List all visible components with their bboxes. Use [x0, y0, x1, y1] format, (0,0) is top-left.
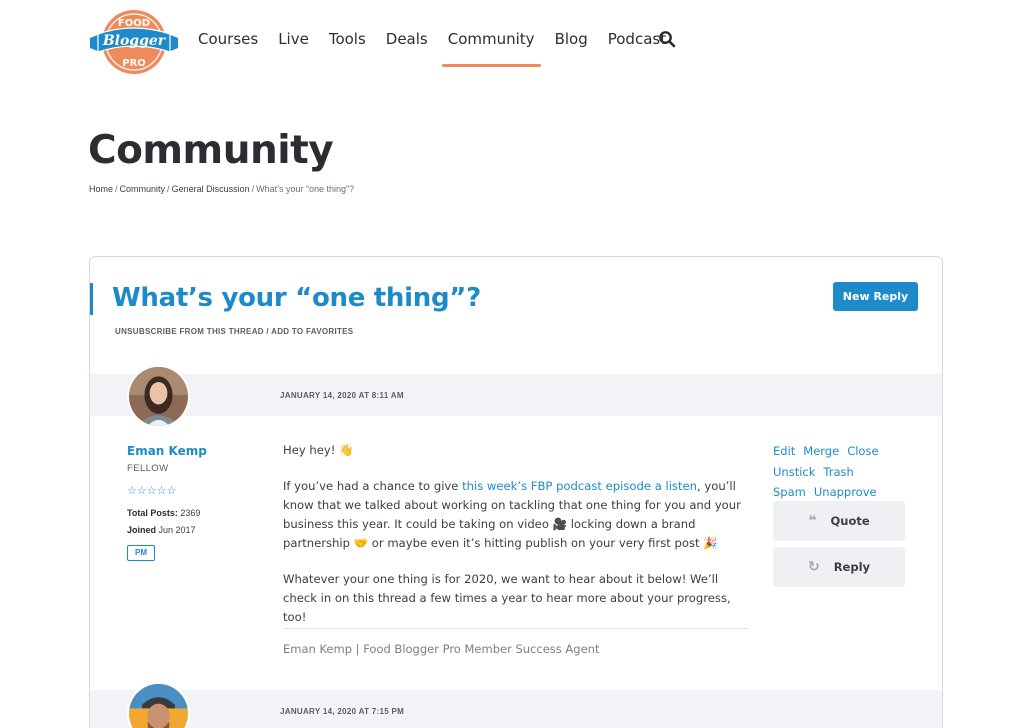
podcast-episode-link[interactable]: this week’s FBP podcast episode a listen	[462, 479, 697, 493]
author-avatar[interactable]	[127, 365, 190, 428]
quote-button[interactable]: ❝ Quote	[773, 501, 905, 541]
breadcrumb-community[interactable]: Community	[120, 184, 166, 194]
joined-date: Joined Jun 2017	[127, 525, 196, 535]
breadcrumb-current: What’s your “one thing”?	[256, 184, 355, 194]
page-title: Community	[88, 128, 334, 173]
breadcrumb-home[interactable]: Home	[89, 184, 113, 194]
new-reply-button[interactable]: New Reply	[833, 282, 918, 311]
author-name[interactable]: Eman Kemp	[127, 444, 207, 458]
close-link[interactable]: Close	[847, 444, 878, 458]
breadcrumb-general-discussion[interactable]: General Discussion	[172, 184, 250, 194]
post-paragraph: If you’ve had a chance to give this week…	[283, 477, 751, 553]
reply-icon: ↻	[807, 559, 820, 575]
nav-blog[interactable]: Blog	[555, 30, 588, 48]
breadcrumb-separator: /	[251, 184, 255, 194]
unstick-link[interactable]: Unstick	[773, 465, 815, 479]
food-blogger-pro-logo[interactable]: FOOD Blogger PRO	[88, 8, 180, 76]
author-role: FELLOW	[127, 463, 169, 474]
breadcrumb-separator: /	[115, 184, 118, 194]
post-signature: Eman Kemp | Food Blogger Pro Member Succ…	[283, 642, 600, 656]
logo-text-food: FOOD	[118, 18, 150, 29]
unapprove-link[interactable]: Unapprove	[814, 485, 877, 499]
thread-links: UNSUBSCRIBE FROM THIS THREAD / ADD TO FA…	[115, 327, 353, 336]
nav-live[interactable]: Live	[278, 30, 309, 48]
trash-link[interactable]: Trash	[823, 465, 853, 479]
pm-button[interactable]: PM	[127, 545, 155, 561]
post-date: JANUARY 14, 2020 AT 8:11 AM	[280, 391, 404, 400]
joined-label: Joined	[127, 525, 157, 535]
add-to-favorites-link[interactable]: ADD TO FAVORITES	[271, 327, 353, 336]
admin-links: Edit Merge Close Unstick Trash Spam Unapprov…	[773, 441, 913, 503]
rating-stars: ☆☆☆☆☆	[127, 485, 177, 497]
post-date: JANUARY 14, 2020 AT 7:15 PM	[280, 707, 405, 716]
author-avatar[interactable]	[127, 682, 190, 728]
thread-title: What’s your “one thing”?	[112, 283, 481, 313]
signature-divider	[283, 628, 749, 629]
post-header: JANUARY 14, 2020 AT 8:11 AM	[90, 374, 942, 416]
logo-text-blogger: Blogger	[102, 33, 167, 49]
post-header: JANUARY 14, 2020 AT 7:15 PM	[90, 690, 942, 728]
nav-courses[interactable]: Courses	[198, 30, 258, 48]
post-paragraph: Whatever your one thing is for 2020, we …	[283, 572, 731, 624]
merge-link[interactable]: Merge	[803, 444, 839, 458]
post-body: Hey hey! 👋 If you’ve had a chance to giv…	[283, 441, 751, 644]
search-icon[interactable]	[658, 30, 676, 48]
nav-tools[interactable]: Tools	[329, 30, 366, 48]
edit-link[interactable]: Edit	[773, 444, 795, 458]
total-posts: Total Posts: 2369	[127, 508, 200, 518]
total-posts-value: 2369	[180, 508, 201, 518]
quote-label: Quote	[830, 514, 870, 528]
joined-value: Jun 2017	[158, 525, 196, 535]
post-text: If you’ve had a chance to give	[283, 479, 463, 493]
thread-card: What’s your “one thing”? New Reply UNSUB…	[89, 256, 943, 728]
nav-deals[interactable]: Deals	[386, 30, 428, 48]
main-nav: Courses Live Tools Deals Community Blog …	[198, 30, 686, 67]
logo-text-pro: PRO	[122, 58, 146, 69]
reply-button[interactable]: ↻ Reply	[773, 547, 905, 587]
post-greeting: Hey hey! 👋	[283, 443, 354, 457]
title-accent-bar	[90, 283, 93, 315]
quote-icon: ❝	[808, 513, 817, 529]
breadcrumb: Home / Community / General Discussion / What’s…	[89, 184, 354, 194]
total-posts-label: Total Posts:	[127, 508, 178, 518]
breadcrumb-separator: /	[167, 184, 170, 194]
reply-label: Reply	[833, 560, 871, 574]
spam-link[interactable]: Spam	[773, 485, 806, 499]
nav-community[interactable]: Community	[441, 30, 541, 67]
unsubscribe-link[interactable]: UNSUBSCRIBE FROM THIS THREAD	[115, 327, 264, 336]
